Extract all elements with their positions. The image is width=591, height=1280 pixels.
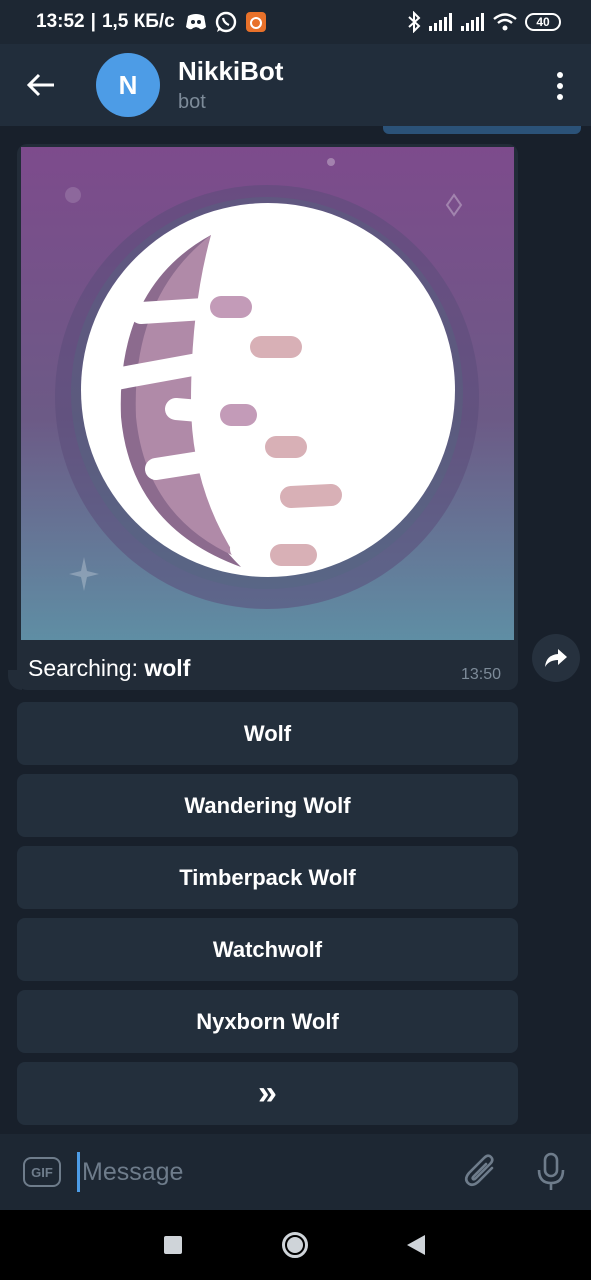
whatsapp-icon xyxy=(215,11,236,33)
bluetooth-icon xyxy=(408,11,421,33)
app-notification-icon xyxy=(245,12,266,32)
message-image[interactable] xyxy=(21,147,514,640)
chat-header: N NikkiBot bot xyxy=(0,44,591,126)
share-button[interactable] xyxy=(532,634,580,682)
gif-button[interactable]: GIF xyxy=(23,1157,61,1187)
message-time: 13:50 xyxy=(461,666,502,683)
attach-icon[interactable] xyxy=(464,1154,498,1190)
discord-icon xyxy=(185,14,206,30)
status-separator: | xyxy=(90,11,96,32)
recents-button[interactable] xyxy=(164,1236,182,1254)
arrow-left-icon xyxy=(27,73,54,97)
avatar[interactable]: N xyxy=(96,53,160,117)
wifi-icon xyxy=(493,13,517,31)
network-speed: 1,5 КБ/с xyxy=(101,11,175,32)
microphone-icon[interactable] xyxy=(536,1152,566,1192)
inline-button-wolf[interactable]: Wolf xyxy=(17,702,518,765)
previous-message-bubble xyxy=(383,126,581,134)
back-button[interactable] xyxy=(0,44,82,126)
message-bubble-tail xyxy=(8,670,22,690)
inline-button-nyxborn-wolf[interactable]: Nyxborn Wolf xyxy=(17,990,518,1053)
search-query: wolf xyxy=(144,655,191,681)
inline-button-next-page[interactable]: » xyxy=(17,1062,518,1125)
more-menu-icon[interactable] xyxy=(557,72,563,100)
inline-button-wandering-wolf[interactable]: Wandering Wolf xyxy=(17,774,518,837)
chat-title-block[interactable]: NikkiBot bot xyxy=(178,56,283,114)
chat-title: NikkiBot xyxy=(178,56,284,86)
app-logo-image xyxy=(21,147,514,640)
battery-icon: 40 xyxy=(525,13,561,31)
message-text: Searching: wolf xyxy=(28,655,190,682)
system-back-button[interactable] xyxy=(407,1235,425,1255)
signal-icon-2 xyxy=(461,13,484,31)
home-button[interactable] xyxy=(282,1232,308,1258)
chat-subtitle: bot xyxy=(178,91,206,113)
message-composer: GIF xyxy=(0,1134,591,1210)
message-input[interactable] xyxy=(77,1152,447,1192)
inline-button-watchwolf[interactable]: Watchwolf xyxy=(17,918,518,981)
share-icon xyxy=(545,649,567,667)
status-time: 13:52 xyxy=(36,11,85,32)
message-text-prefix: Searching: xyxy=(28,655,145,681)
signal-icon xyxy=(429,13,452,31)
system-nav-bar xyxy=(0,1210,591,1280)
status-bar: 13:52 | 1,5 КБ/с 40 xyxy=(0,0,591,44)
inline-button-timberpack-wolf[interactable]: Timberpack Wolf xyxy=(17,846,518,909)
